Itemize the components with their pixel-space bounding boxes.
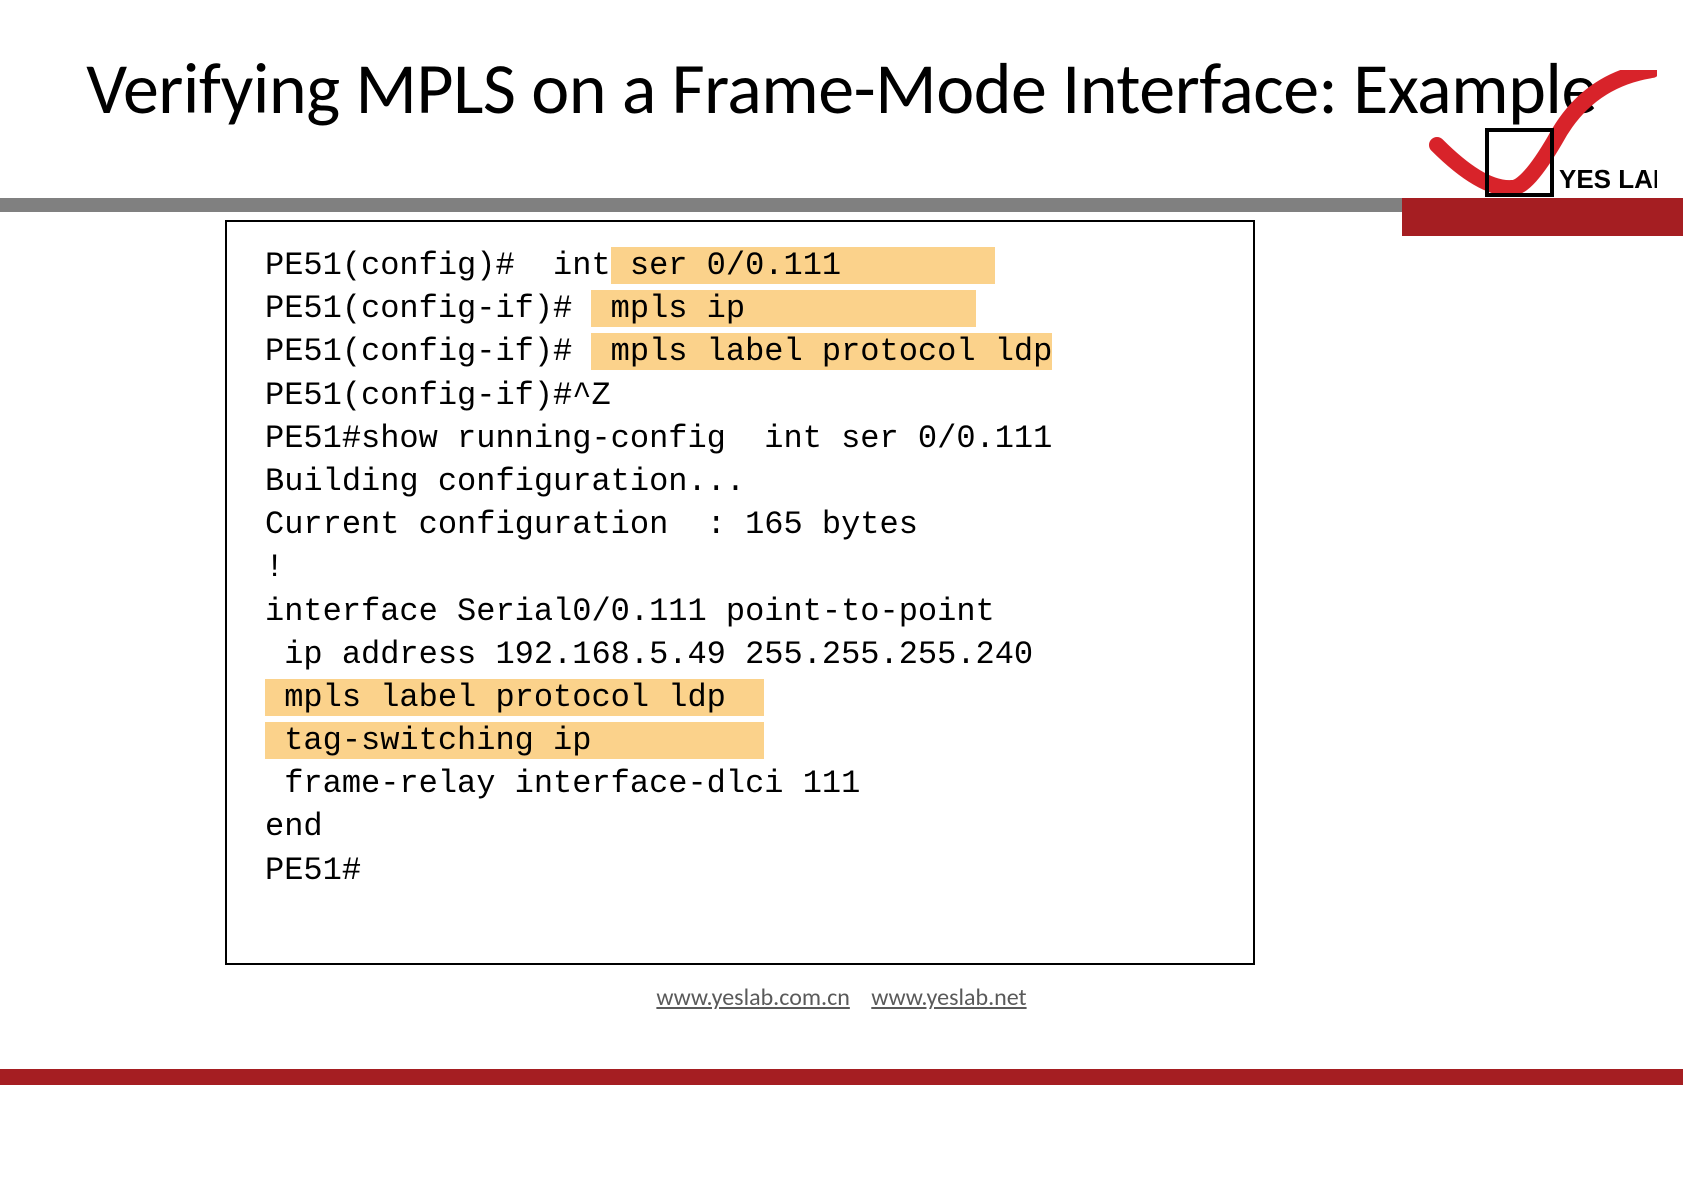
footer-link-1[interactable]: www.yeslab.com.cn	[656, 983, 849, 1012]
footer-red-bar	[0, 1069, 1683, 1085]
code-line-2: PE51(config-if)# mpls ip	[265, 287, 1235, 330]
code-line-3: PE51(config-if)# mpls label protocol ldp	[265, 330, 1235, 373]
code-line-15: end	[265, 805, 1235, 848]
footer-link-2[interactable]: www.yeslab.net	[871, 983, 1026, 1012]
code-line-9: !	[265, 546, 1235, 589]
code-line-8: Current configuration : 165 bytes	[265, 503, 1235, 546]
code-line-14: frame-relay interface-dlci 111	[265, 762, 1235, 805]
code-line-4: PE51(config-if)#^Z	[265, 374, 1235, 417]
code-line-10: interface Serial0/0.111 point-to-point	[265, 590, 1235, 633]
code-line-11: ip address 192.168.5.49 255.255.255.240	[265, 633, 1235, 676]
logo-text: YES LAB	[1559, 164, 1657, 194]
yeslab-logo: YES LAB	[1427, 70, 1657, 200]
code-line-16: PE51#	[265, 849, 1235, 892]
footer-links: www.yeslab.com.cn www.yeslab.net	[0, 983, 1683, 1012]
code-block: PE51(config)# int ser 0/0.111 PE51(confi…	[225, 220, 1255, 965]
code-line-1: PE51(config)# int ser 0/0.111	[265, 244, 1235, 287]
code-line-13: tag-switching ip	[265, 719, 1235, 762]
header-gray-bar	[0, 198, 1402, 212]
header-red-bar	[1402, 198, 1683, 236]
code-line-6: PE51#show running-config int ser 0/0.111	[265, 417, 1235, 460]
code-line-12: mpls label protocol ldp	[265, 676, 1235, 719]
code-line-7: Building configuration...	[265, 460, 1235, 503]
